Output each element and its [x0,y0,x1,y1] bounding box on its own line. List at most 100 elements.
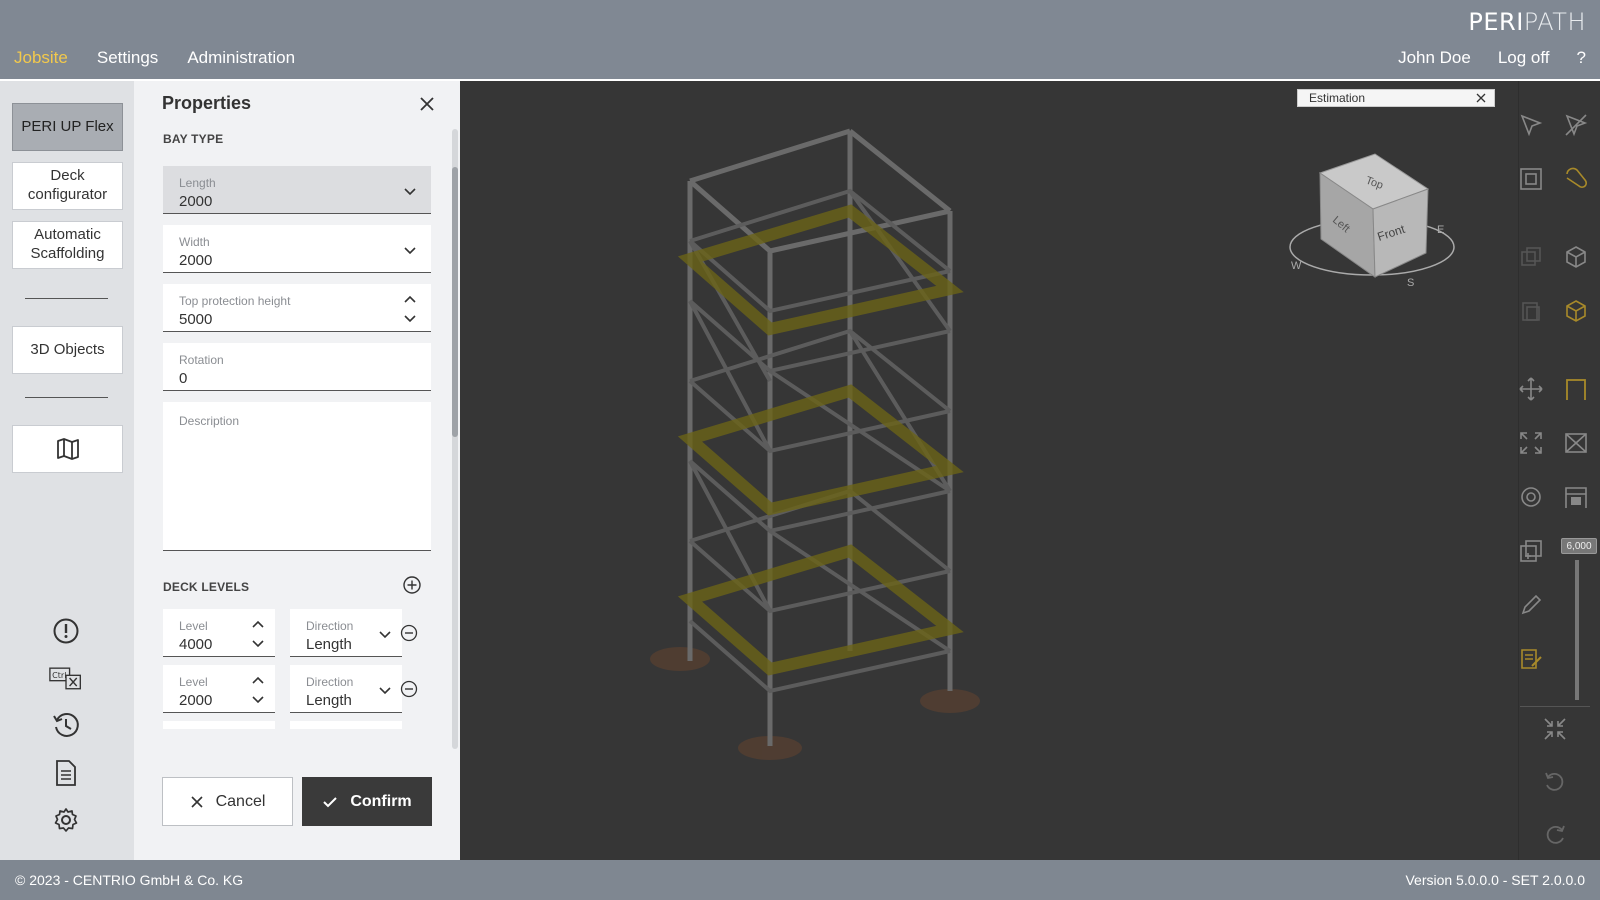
remove-deck-level-icon[interactable] [400,680,418,698]
stepper-arrows-icon[interactable] [251,619,265,649]
chevron-down-icon [404,188,416,196]
svg-text:Ctrl: Ctrl [52,671,66,680]
peri-up-flex-button[interactable]: PERI UP Flex [12,103,123,151]
remove-deck-level-icon[interactable] [400,624,418,642]
user-nav: John Doe Log off ? [1398,48,1586,68]
notes-icon[interactable] [1518,646,1544,672]
deck-direction-select[interactable]: Direction Length [290,665,402,713]
cube-outline-icon[interactable] [1563,244,1589,270]
pencil-icon[interactable] [1518,592,1544,618]
height-slider[interactable] [1575,560,1579,700]
width-label: Width [179,235,210,249]
automatic-scaffolding-label: Automatic Scaffolding [30,226,105,262]
peripath-logo: PERIPATH [1468,8,1586,36]
check-icon [323,796,338,807]
add-deck-level-icon[interactable] [402,575,422,595]
logoff-link[interactable]: Log off [1498,48,1550,68]
length-select[interactable]: Length 2000 [163,166,431,214]
deck-level-value: 4000 [179,636,213,653]
description-textarea[interactable]: Description [163,402,431,551]
deck-configurator-label: Deck configurator [27,167,108,203]
3d-objects-button[interactable]: 3D Objects [12,326,123,374]
estimation-label: Estimation [1309,91,1366,105]
description-label: Description [179,414,240,428]
deck-frame-icon[interactable] [1563,484,1589,510]
close-icon[interactable] [418,95,436,113]
left-rail: PERI UP Flex Deck configurator Automatic… [0,81,134,860]
top-protection-value: 5000 [179,311,213,328]
3d-viewport[interactable]: Estimation Top Left Front E S W [460,81,1518,860]
direction-value: Length [306,636,352,653]
history-icon[interactable] [49,708,83,742]
scrollbar-thumb[interactable] [452,167,458,437]
close-icon[interactable] [1476,93,1486,103]
chevron-down-icon [404,247,416,255]
move-icon[interactable] [1518,376,1544,402]
app-footer: © 2023 - CENTRIO GmbH & Co. KG Version 5… [0,860,1600,900]
nav-administration[interactable]: Administration [187,48,295,68]
3d-objects-label: 3D Objects [30,340,105,358]
length-label: Length [179,176,216,190]
stepper-arrows-icon[interactable] [403,294,417,324]
rotation-label: Rotation [179,353,224,367]
version-text: Version 5.0.0.0 - SET 2.0.0.0 [1405,872,1585,888]
redo-icon[interactable] [1542,822,1568,848]
cancel-button[interactable]: Cancel [162,777,293,826]
chevron-down-icon [379,687,391,695]
length-value: 2000 [179,193,213,210]
width-value: 2000 [179,252,213,269]
add-copy-icon[interactable] [1518,538,1544,564]
help-link[interactable]: ? [1577,48,1586,68]
panel-scrollbar[interactable] [452,129,458,749]
cube-active-icon[interactable] [1563,298,1589,324]
rail-divider [25,397,108,398]
top-protection-label: Top protection height [179,294,291,308]
expand-icon[interactable] [1518,430,1544,456]
warnings-icon[interactable] [49,614,83,648]
deck-level-stepper[interactable]: Level 4000 [163,609,275,657]
select-arrow-icon[interactable] [1518,112,1544,138]
rotation-field[interactable]: Rotation 0 [163,343,431,391]
properties-panel: Properties BAY TYPE Length 2000 Width 20… [134,81,460,860]
confirm-button[interactable]: Confirm [302,777,432,826]
map-view-button[interactable] [12,425,123,473]
view-cube[interactable]: Top Left Front E S W [1285,149,1460,294]
deck-level-stepper[interactable]: Level 2000 [163,665,275,713]
deck-level-label: Level [179,675,208,689]
document-icon[interactable] [49,756,83,790]
gear-icon[interactable] [49,803,83,837]
stepper-arrows-icon[interactable] [251,675,265,705]
frame-select-icon[interactable] [1518,166,1544,192]
copy-icon[interactable] [1518,244,1544,270]
peri-up-flex-label: PERI UP Flex [21,117,114,135]
measure-icon[interactable] [1563,166,1589,192]
undo-icon[interactable] [1542,769,1568,795]
height-slider-value: 6,000 [1561,538,1597,554]
direction-label: Direction [306,675,354,689]
app-header: PERIPATH Jobsite Settings Administration… [0,0,1600,80]
width-select[interactable]: Width 2000 [163,225,431,273]
rail-divider [25,298,108,299]
paste-icon[interactable] [1518,298,1544,324]
deck-direction-select[interactable]: Direction Length [290,609,402,657]
nav-jobsite[interactable]: Jobsite [14,48,68,68]
toolbar-divider [1520,706,1590,707]
user-name-link[interactable]: John Doe [1398,48,1471,68]
top-protection-height-stepper[interactable]: Top protection height 5000 [163,284,431,332]
close-icon [191,795,203,808]
chevron-down-icon [379,631,391,639]
automatic-scaffolding-button[interactable]: Automatic Scaffolding [12,221,123,269]
direction-value: Length [306,692,352,709]
map-icon [56,438,79,460]
deselect-icon[interactable] [1563,112,1589,138]
frame-icon[interactable] [1563,376,1589,402]
ctrl-x-shortcuts-icon[interactable]: Ctrl [49,661,83,695]
collapse-icon[interactable] [1542,716,1568,742]
right-toolbar [1518,81,1600,860]
orbit-icon[interactable] [1518,484,1544,510]
deck-configurator-button[interactable]: Deck configurator [12,162,123,210]
brace-frame-icon[interactable] [1563,430,1589,456]
bay-type-title: BAY TYPE [163,132,224,146]
copyright-text: © 2023 - CENTRIO GmbH & Co. KG [15,872,244,888]
nav-settings[interactable]: Settings [97,48,158,68]
